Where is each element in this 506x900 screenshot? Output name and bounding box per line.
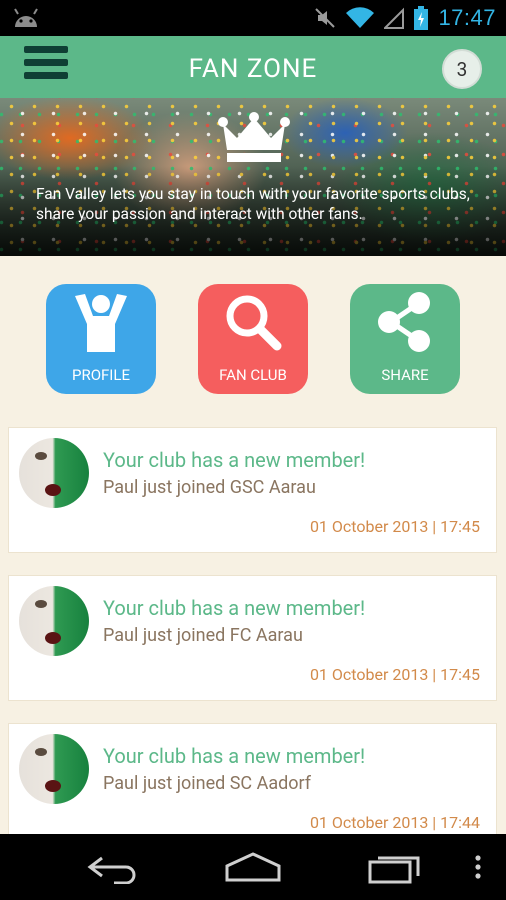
back-icon[interactable] — [84, 850, 144, 884]
hero-description: Fan Valley lets you stay in touch with y… — [36, 185, 470, 223]
android-icon — [14, 8, 38, 27]
card-timestamp: 01 October 2013 | 17:44 — [309, 813, 480, 832]
avatar — [19, 586, 89, 656]
card-title: Your club has a new member! — [103, 596, 366, 620]
status-bar: 17:47 — [0, 0, 506, 36]
wifi-icon — [346, 7, 375, 29]
card-title: Your club has a new member! — [103, 744, 366, 768]
card-subtitle: Paul just joined FC Aarau — [103, 625, 303, 646]
status-time: 17:47 — [438, 5, 496, 30]
share-icon — [378, 292, 430, 352]
avatar — [19, 734, 89, 804]
person-cheering-icon — [75, 294, 127, 352]
card-title: Your club has a new member! — [103, 448, 366, 472]
profile-label: PROFILE — [71, 366, 130, 384]
share-label: SHARE — [381, 366, 429, 384]
app-bar: FAN ZONE 3 — [0, 36, 506, 98]
fan-club-label: FAN CLUB — [219, 366, 287, 384]
signal-icon — [384, 7, 405, 29]
feed-card[interactable]: Your club has a new member! Paul just jo… — [8, 427, 497, 553]
share-button[interactable]: SHARE — [350, 284, 460, 394]
hero-banner: Fan Valley lets you stay in touch with y… — [0, 98, 506, 256]
card-timestamp: 01 October 2013 | 17:45 — [309, 517, 480, 536]
system-nav-bar — [0, 834, 506, 900]
home-icon[interactable] — [223, 850, 283, 884]
fan-club-button[interactable]: FAN CLUB — [198, 284, 308, 394]
card-subtitle: Paul just joined SC Aadorf — [103, 773, 312, 794]
battery-charging-icon — [414, 6, 429, 30]
avatar — [19, 438, 89, 508]
activity-feed[interactable]: Your club has a new member! Paul just jo… — [0, 426, 506, 834]
card-subtitle: Paul just joined GSC Aarau — [103, 477, 316, 498]
search-icon — [226, 295, 282, 351]
action-row: PROFILE FAN CLUB SHARE — [0, 284, 506, 394]
notification-badge[interactable]: 3 — [442, 49, 482, 89]
feed-card[interactable]: Your club has a new member! Paul just jo… — [8, 723, 497, 834]
card-timestamp: 01 October 2013 | 17:45 — [309, 665, 480, 684]
recent-apps-icon[interactable] — [366, 850, 426, 884]
overflow-menu-icon[interactable] — [466, 850, 490, 884]
feed-card[interactable]: Your club has a new member! Paul just jo… — [8, 575, 497, 701]
crown-icon — [218, 112, 290, 162]
profile-button[interactable]: PROFILE — [46, 284, 156, 394]
page-title: FAN ZONE — [188, 54, 318, 84]
mute-icon — [315, 8, 336, 28]
